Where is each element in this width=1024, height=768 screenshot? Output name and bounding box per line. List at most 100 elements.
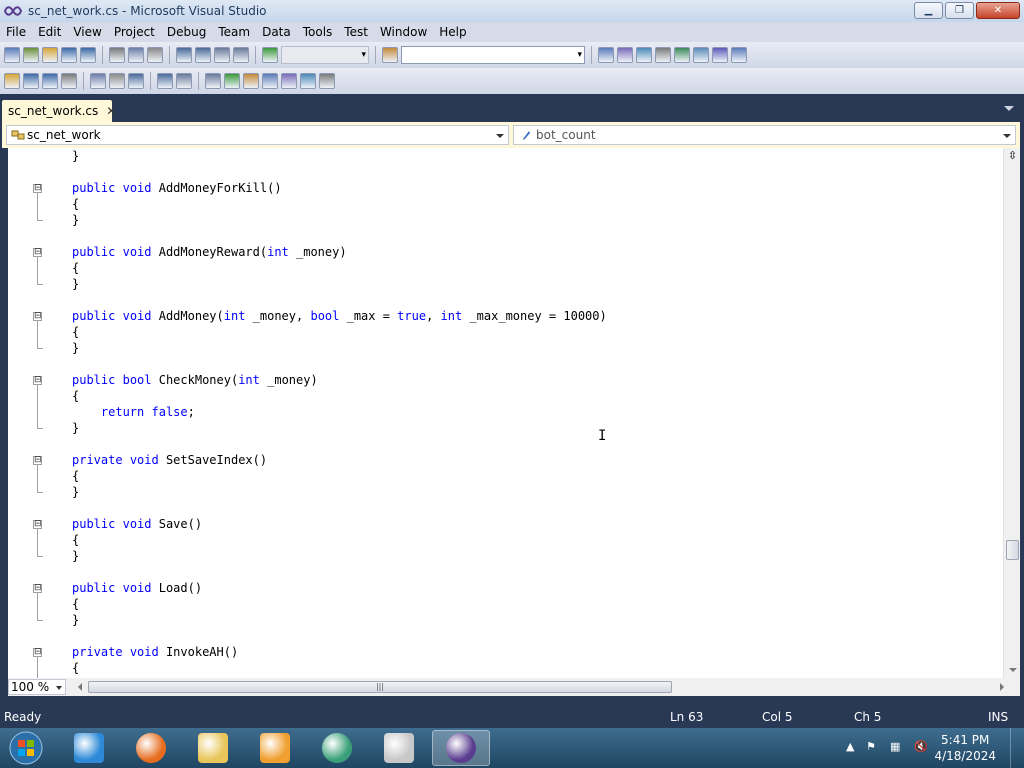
complete-word-icon[interactable] xyxy=(61,73,77,89)
volume-muted-icon[interactable]: 🔇 xyxy=(914,740,928,753)
network-icon[interactable]: ▦ xyxy=(890,740,900,753)
tab-list-dropdown-icon[interactable] xyxy=(1004,106,1014,111)
next-bookmark-icon[interactable] xyxy=(243,73,259,89)
code-line[interactable]: } xyxy=(72,276,79,292)
minimize-button[interactable]: ▁ xyxy=(914,2,943,19)
type-dropdown[interactable]: sc_net_work xyxy=(6,125,509,145)
prev-bookmark-folder-icon[interactable] xyxy=(262,73,278,89)
next-bookmark-folder-icon[interactable] xyxy=(281,73,297,89)
uncomment-icon[interactable] xyxy=(176,73,192,89)
extension-icon[interactable] xyxy=(712,47,728,63)
action-center-flag-icon[interactable]: ⚑ xyxy=(866,740,876,753)
start-debug-icon[interactable] xyxy=(262,47,278,63)
taskbar-firefox[interactable] xyxy=(122,730,180,766)
parameter-info-icon[interactable] xyxy=(23,73,39,89)
open-file-icon[interactable] xyxy=(42,47,58,63)
close-button[interactable]: ✕ xyxy=(976,2,1020,19)
collapse-region-icon[interactable]: ⊟ xyxy=(33,248,42,257)
taskbar-media-player[interactable] xyxy=(246,730,304,766)
scroll-right-icon[interactable] xyxy=(1000,683,1004,691)
code-line[interactable]: public void Save() xyxy=(72,516,202,532)
horizontal-scroll-thumb[interactable]: ||| xyxy=(88,681,672,693)
show-desktop-button[interactable] xyxy=(1010,728,1024,768)
start-page-icon[interactable] xyxy=(693,47,709,63)
system-clock[interactable]: 5:41 PM 4/18/2024 xyxy=(934,732,996,764)
tab-sc-net-work[interactable]: sc_net_work.cs ✕ xyxy=(2,100,116,122)
restore-button[interactable]: ❐ xyxy=(945,2,974,19)
code-line[interactable]: { xyxy=(72,532,79,548)
solution-explorer-icon[interactable] xyxy=(617,47,633,63)
format-icon[interactable] xyxy=(90,73,106,89)
add-item-icon[interactable] xyxy=(23,47,39,63)
code-line[interactable]: public void Load() xyxy=(72,580,202,596)
code-line[interactable]: } xyxy=(72,148,79,164)
comment-icon[interactable] xyxy=(157,73,173,89)
code-editor[interactable]: ⊟ ⊟ ⊟ ⊟ ⊟ ⊟ ⊟ ⊟ } public void AddMoneyForKill(){… xyxy=(8,148,1020,678)
code-line[interactable]: { xyxy=(72,324,79,340)
paste-icon[interactable] xyxy=(147,47,163,63)
collapse-region-icon[interactable]: ⊟ xyxy=(33,520,42,529)
collapse-region-icon[interactable]: ⊟ xyxy=(33,584,42,593)
show-hidden-icons-icon[interactable]: ▲ xyxy=(846,740,854,753)
redo-icon[interactable] xyxy=(195,47,211,63)
code-line[interactable]: } xyxy=(72,484,79,500)
undo-icon[interactable] xyxy=(176,47,192,63)
object-browser-icon[interactable] xyxy=(655,47,671,63)
collapse-region-icon[interactable]: ⊟ xyxy=(33,184,42,193)
window-icon[interactable] xyxy=(731,47,747,63)
clear-bookmarks-icon[interactable] xyxy=(300,73,316,89)
bookmark-icon[interactable] xyxy=(205,73,221,89)
code-line[interactable]: { xyxy=(72,260,79,276)
menu-item-view[interactable]: View xyxy=(67,22,107,42)
code-line[interactable]: { xyxy=(72,388,79,404)
save-all-icon[interactable] xyxy=(80,47,96,63)
code-line[interactable]: { xyxy=(72,196,79,212)
vertical-scroll-thumb[interactable] xyxy=(1006,540,1019,560)
solution-configuration-dropdown[interactable]: ▾ xyxy=(281,46,369,64)
code-line[interactable]: public bool CheckMoney(int _money) xyxy=(72,372,318,388)
decrease-indent-icon[interactable] xyxy=(109,73,125,89)
code-line[interactable]: } xyxy=(72,212,79,228)
toolbox-icon[interactable] xyxy=(674,47,690,63)
code-line[interactable]: } xyxy=(72,340,79,356)
scroll-down-icon[interactable] xyxy=(1009,668,1017,672)
menu-item-tools[interactable]: Tools xyxy=(297,22,339,42)
navigate-back-icon[interactable] xyxy=(214,47,230,63)
prev-bookmark-icon[interactable] xyxy=(224,73,240,89)
code-line[interactable]: } xyxy=(72,548,79,564)
code-line[interactable]: private void SetSaveIndex() xyxy=(72,452,267,468)
horizontal-scrollbar[interactable]: ||| xyxy=(76,680,1006,694)
scroll-left-icon[interactable] xyxy=(78,683,82,691)
code-line[interactable]: return false; xyxy=(72,404,195,420)
menu-item-help[interactable]: Help xyxy=(433,22,472,42)
cut-icon[interactable] xyxy=(109,47,125,63)
find-in-files-icon[interactable] xyxy=(319,73,335,89)
increase-indent-icon[interactable] xyxy=(128,73,144,89)
member-dropdown[interactable]: bot_count xyxy=(513,125,1016,145)
code-line[interactable]: { xyxy=(72,660,79,676)
find-icon[interactable] xyxy=(598,47,614,63)
copy-icon[interactable] xyxy=(128,47,144,63)
taskbar-notepad[interactable] xyxy=(370,730,428,766)
menu-item-debug[interactable]: Debug xyxy=(161,22,212,42)
menu-item-test[interactable]: Test xyxy=(338,22,374,42)
quick-info-icon[interactable] xyxy=(42,73,58,89)
menu-item-project[interactable]: Project xyxy=(108,22,161,42)
navigate-forward-icon[interactable] xyxy=(233,47,249,63)
menu-item-file[interactable]: File xyxy=(0,22,32,42)
menu-item-window[interactable]: Window xyxy=(374,22,433,42)
start-button[interactable] xyxy=(6,730,46,766)
save-icon[interactable] xyxy=(61,47,77,63)
collapse-region-icon[interactable]: ⊟ xyxy=(33,648,42,657)
collapse-region-icon[interactable]: ⊟ xyxy=(33,376,42,385)
code-line[interactable]: { xyxy=(72,596,79,612)
zoom-dropdown[interactable]: 100 % xyxy=(8,679,66,695)
taskbar-app[interactable] xyxy=(308,730,366,766)
code-line[interactable]: public void AddMoneyForKill() xyxy=(72,180,282,196)
collapse-region-icon[interactable]: ⊟ xyxy=(33,456,42,465)
code-line[interactable]: { xyxy=(72,468,79,484)
code-line[interactable]: public void AddMoneyReward(int _money) xyxy=(72,244,347,260)
menu-item-team[interactable]: Team xyxy=(212,22,256,42)
vertical-scrollbar[interactable]: ⇳ xyxy=(1003,148,1020,678)
new-project-icon[interactable] xyxy=(4,47,20,63)
